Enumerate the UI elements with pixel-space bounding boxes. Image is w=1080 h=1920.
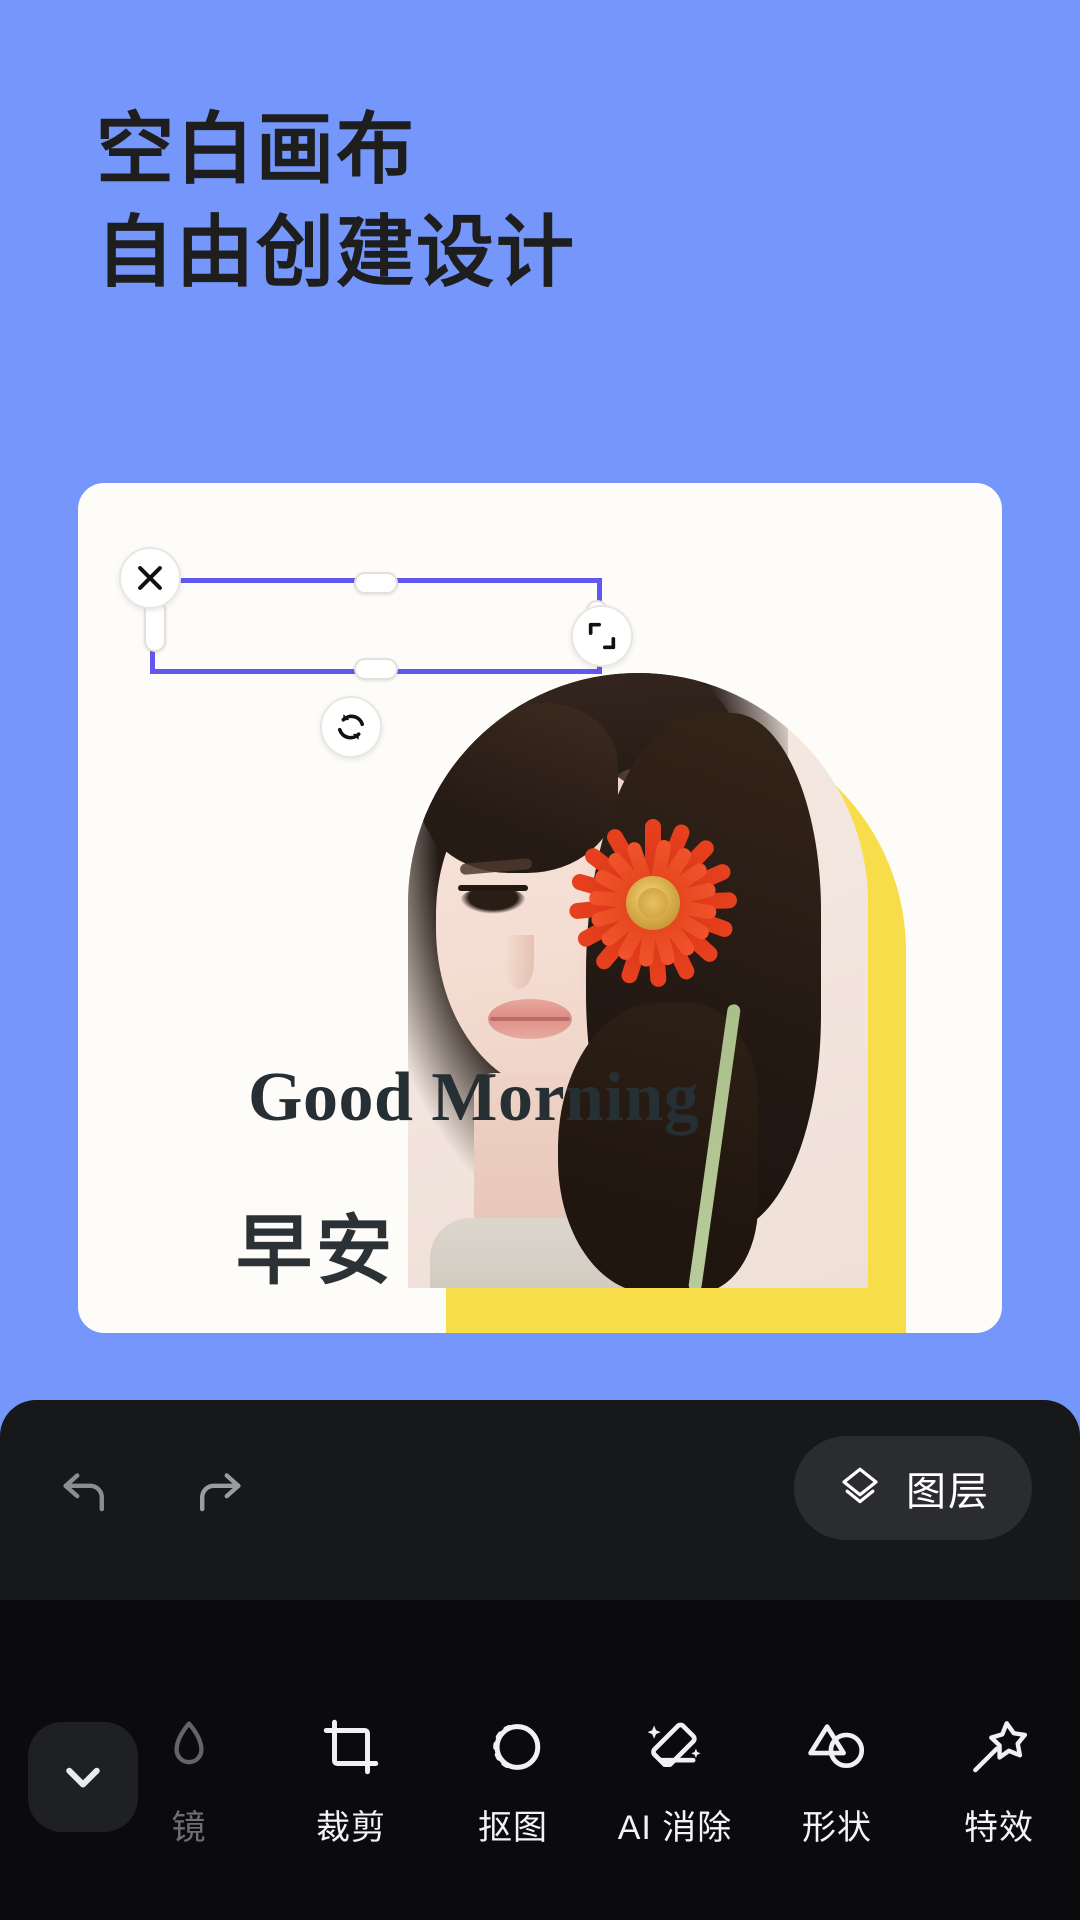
magic-wand-icon: [962, 1710, 1036, 1784]
tool-effects-label: 特效: [964, 1809, 1034, 1847]
filter-icon: [152, 1710, 226, 1784]
tool-filter-label: 镜: [171, 1809, 207, 1847]
artwork-image-layer[interactable]: [408, 673, 908, 1333]
undo-button[interactable]: [48, 1454, 122, 1528]
crop-icon: [314, 1710, 388, 1784]
cutout-icon: [476, 1710, 550, 1784]
tool-strip: 镜 裁剪 抠图 AI 消除 形状 特效: [0, 1704, 1080, 1874]
text-layer-zaoan[interactable]: 早安: [236, 1189, 396, 1299]
redo-arrow-icon: [200, 1473, 241, 1512]
ai-eraser-icon: [638, 1710, 712, 1784]
hero-line-1: 空白画布: [96, 105, 417, 193]
artwork-photo: [408, 673, 868, 1288]
rotate-refresh-icon: [337, 714, 365, 740]
tool-crop[interactable]: 裁剪: [270, 1710, 432, 1849]
action-bar: 图层: [0, 1400, 1080, 1600]
layers-stack-icon: [842, 1467, 878, 1504]
tool-list: 镜 裁剪 抠图 AI 消除 形状 特效: [108, 1710, 1080, 1849]
layers-button-label: 图层: [906, 1470, 990, 1514]
resize-corner-icon: [588, 622, 616, 650]
history-controls: [48, 1454, 256, 1528]
tool-shape[interactable]: 形状: [756, 1710, 918, 1849]
chevron-down-icon: [66, 1767, 100, 1788]
resize-handle-top[interactable]: [354, 572, 398, 594]
tool-cutout[interactable]: 抠图: [432, 1710, 594, 1849]
text-selection-frame[interactable]: [144, 572, 608, 680]
delete-layer-button[interactable]: [119, 547, 181, 609]
layers-button[interactable]: 图层: [794, 1436, 1032, 1540]
tool-cutout-label: 抠图: [478, 1809, 548, 1847]
tool-ai-eraser[interactable]: AI 消除: [594, 1710, 756, 1849]
hero-line-2: 自由创建设计: [96, 207, 577, 296]
resize-handle-bottom[interactable]: [354, 658, 398, 680]
tool-ai-eraser-label: AI 消除: [617, 1809, 733, 1847]
red-flower: [548, 798, 758, 1008]
tool-filter[interactable]: 镜: [108, 1710, 270, 1849]
hero-heading: 空白画布 自由创建设计: [96, 98, 576, 304]
redo-button[interactable]: [182, 1454, 256, 1528]
undo-arrow-icon: [63, 1473, 104, 1512]
tool-crop-label: 裁剪: [316, 1809, 386, 1847]
rotate-layer-button[interactable]: [320, 696, 382, 758]
close-x-icon: [138, 566, 162, 590]
text-layer-good-morning[interactable]: Good Morning: [248, 1058, 699, 1138]
scale-layer-button[interactable]: [571, 605, 633, 667]
tool-effects[interactable]: 特效: [918, 1710, 1080, 1849]
shape-icon: [800, 1710, 874, 1784]
tool-shape-label: 形状: [802, 1809, 872, 1847]
